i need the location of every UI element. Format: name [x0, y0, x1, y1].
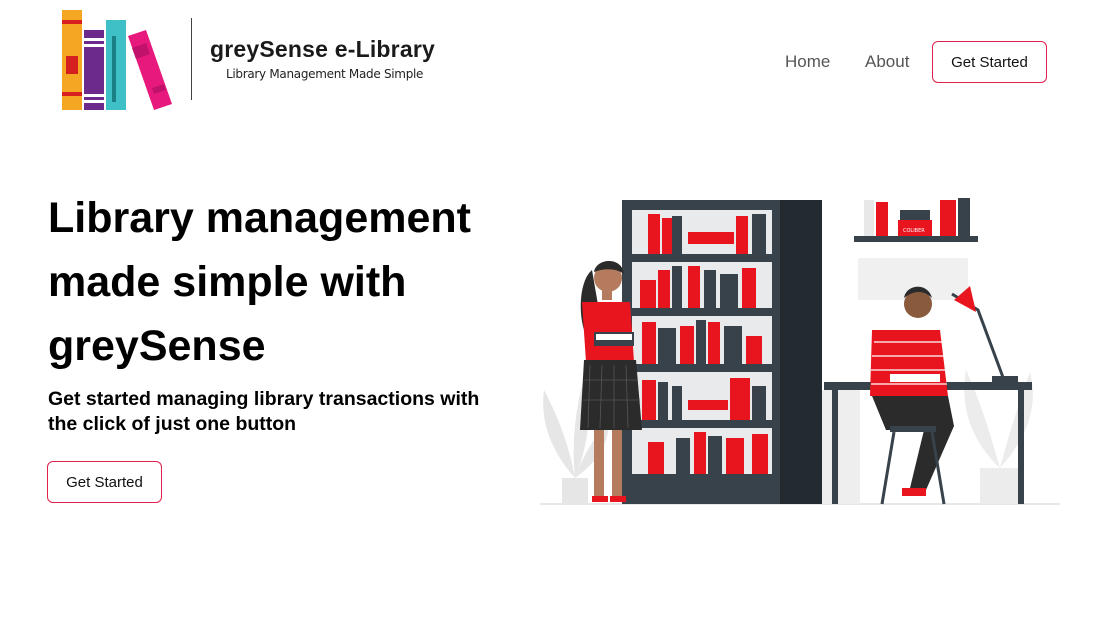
nav-home-link[interactable]: Home [785, 52, 830, 72]
coliber-book-label: COLIBER [903, 228, 925, 234]
logo-divider [191, 18, 192, 100]
nav-get-started-button[interactable]: Get Started [932, 41, 1047, 83]
brand-title: greySense e-Library [210, 36, 435, 62]
hero-get-started-button[interactable]: Get Started [47, 461, 162, 503]
hero-title: Library management made simple with grey… [48, 194, 471, 370]
landing-page: greySense e-Library Library Management M… [0, 0, 1111, 625]
books-logo-icon [62, 10, 172, 110]
library-reading-illustration-icon: COLIBER [540, 198, 1060, 505]
nav-about-link[interactable]: About [865, 52, 909, 72]
brand-tagline: Library Management Made Simple [226, 67, 424, 81]
hero-subtitle: Get started managing library transaction… [48, 388, 480, 435]
